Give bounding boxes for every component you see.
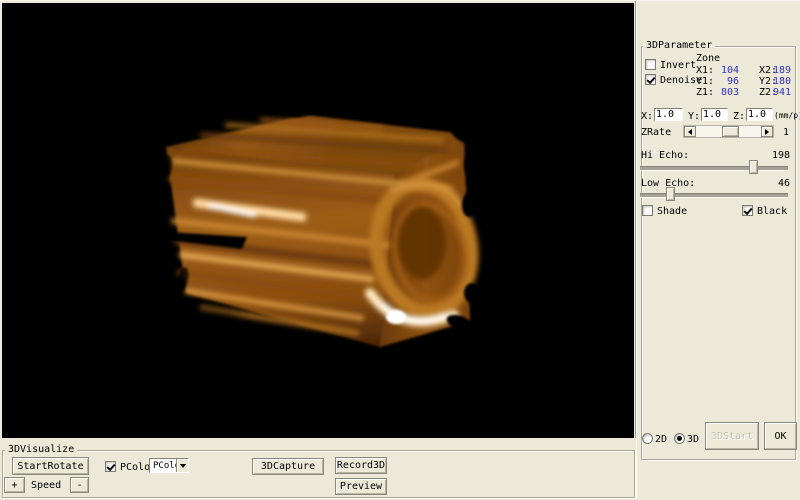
zrate-right-arrow[interactable] [761, 126, 773, 137]
hi-echo-label: Hi Echo: [641, 150, 689, 161]
denoise-checkbox[interactable] [645, 74, 656, 85]
zone-z1-value: 803 [713, 87, 739, 98]
mode-2d-label[interactable]: 2D [655, 434, 667, 445]
visualize-group-title: 3DVisualize [5, 444, 77, 455]
parameter-panel: 3DParameter Invert Denoise Zone X1: 104 … [636, 1, 800, 500]
scale-unit-label: (mm/p) [774, 110, 800, 121]
right-arrow-icon [765, 129, 772, 135]
y-scale-label: Y: [688, 111, 700, 122]
capture-3d-button[interactable]: 3DCapture [252, 458, 324, 475]
shade-label[interactable]: Shade [657, 206, 687, 217]
low-echo-slider-track[interactable] [640, 193, 788, 198]
pcolor-dropdown-button[interactable] [176, 459, 188, 472]
zone-y1-value: 96 [713, 76, 739, 87]
mode-3d-radio[interactable] [674, 433, 685, 444]
x-scale-input[interactable] [654, 108, 683, 121]
speed-label: Speed [31, 480, 61, 491]
speed-minus-button[interactable]: - [70, 477, 89, 493]
start-3d-button[interactable]: 3DStart [705, 422, 759, 450]
ok-button[interactable]: OK [764, 422, 797, 450]
zrate-scrollbar[interactable] [683, 125, 774, 138]
volume-render-3d [2, 3, 634, 438]
zrate-left-arrow[interactable] [684, 126, 696, 137]
render-viewport[interactable] [2, 3, 634, 438]
start-rotate-button[interactable]: StartRotate [12, 457, 89, 475]
speed-plus-button[interactable]: + [4, 477, 25, 493]
black-label[interactable]: Black [757, 206, 787, 217]
zrate-value: 1 [783, 127, 789, 138]
hi-echo-slider-track[interactable] [640, 166, 788, 171]
zone-x1-value: 104 [713, 65, 739, 76]
zrate-scroll-thumb[interactable] [722, 126, 739, 137]
zone-x1-label: X1: [696, 65, 714, 76]
z-scale-label: Z: [733, 111, 745, 122]
zone-z2-value: 941 [769, 87, 791, 98]
mode-2d-radio[interactable] [642, 433, 653, 444]
z-scale-input[interactable] [746, 108, 773, 121]
preview-button[interactable]: Preview [335, 478, 387, 495]
zone-z1-label: Z1: [696, 87, 714, 98]
invert-checkbox[interactable] [645, 59, 656, 70]
param-group-title: 3DParameter [643, 40, 715, 51]
app-window: 3DParameter Invert Denoise Zone X1: 104 … [0, 0, 800, 500]
y-scale-input[interactable] [701, 108, 728, 121]
zone-x2-value: 189 [769, 65, 791, 76]
low-echo-value: 46 [755, 178, 790, 189]
hi-echo-value: 198 [755, 150, 790, 161]
pcolor-dropdown[interactable]: PColor [149, 458, 189, 473]
left-arrow-icon [685, 129, 692, 135]
zrate-label: ZRate [641, 127, 671, 138]
visualize-panel: 3DVisualize StartRotate + Speed - PColor… [0, 438, 636, 500]
invert-label[interactable]: Invert [660, 60, 696, 71]
low-echo-slider-thumb[interactable] [666, 187, 675, 201]
zone-y2-value: 180 [769, 76, 791, 87]
mode-3d-label[interactable]: 3D [687, 434, 699, 445]
zone-title: Zone [696, 53, 720, 64]
pcolor-checkbox[interactable] [105, 461, 116, 472]
black-checkbox[interactable] [742, 205, 753, 216]
chevron-down-icon [180, 464, 186, 471]
record-3d-button[interactable]: Record3D [335, 457, 387, 474]
shade-checkbox[interactable] [642, 205, 653, 216]
hi-echo-slider-thumb[interactable] [749, 160, 758, 174]
zone-y1-label: Y1: [696, 76, 714, 87]
x-scale-label: X: [641, 111, 653, 122]
